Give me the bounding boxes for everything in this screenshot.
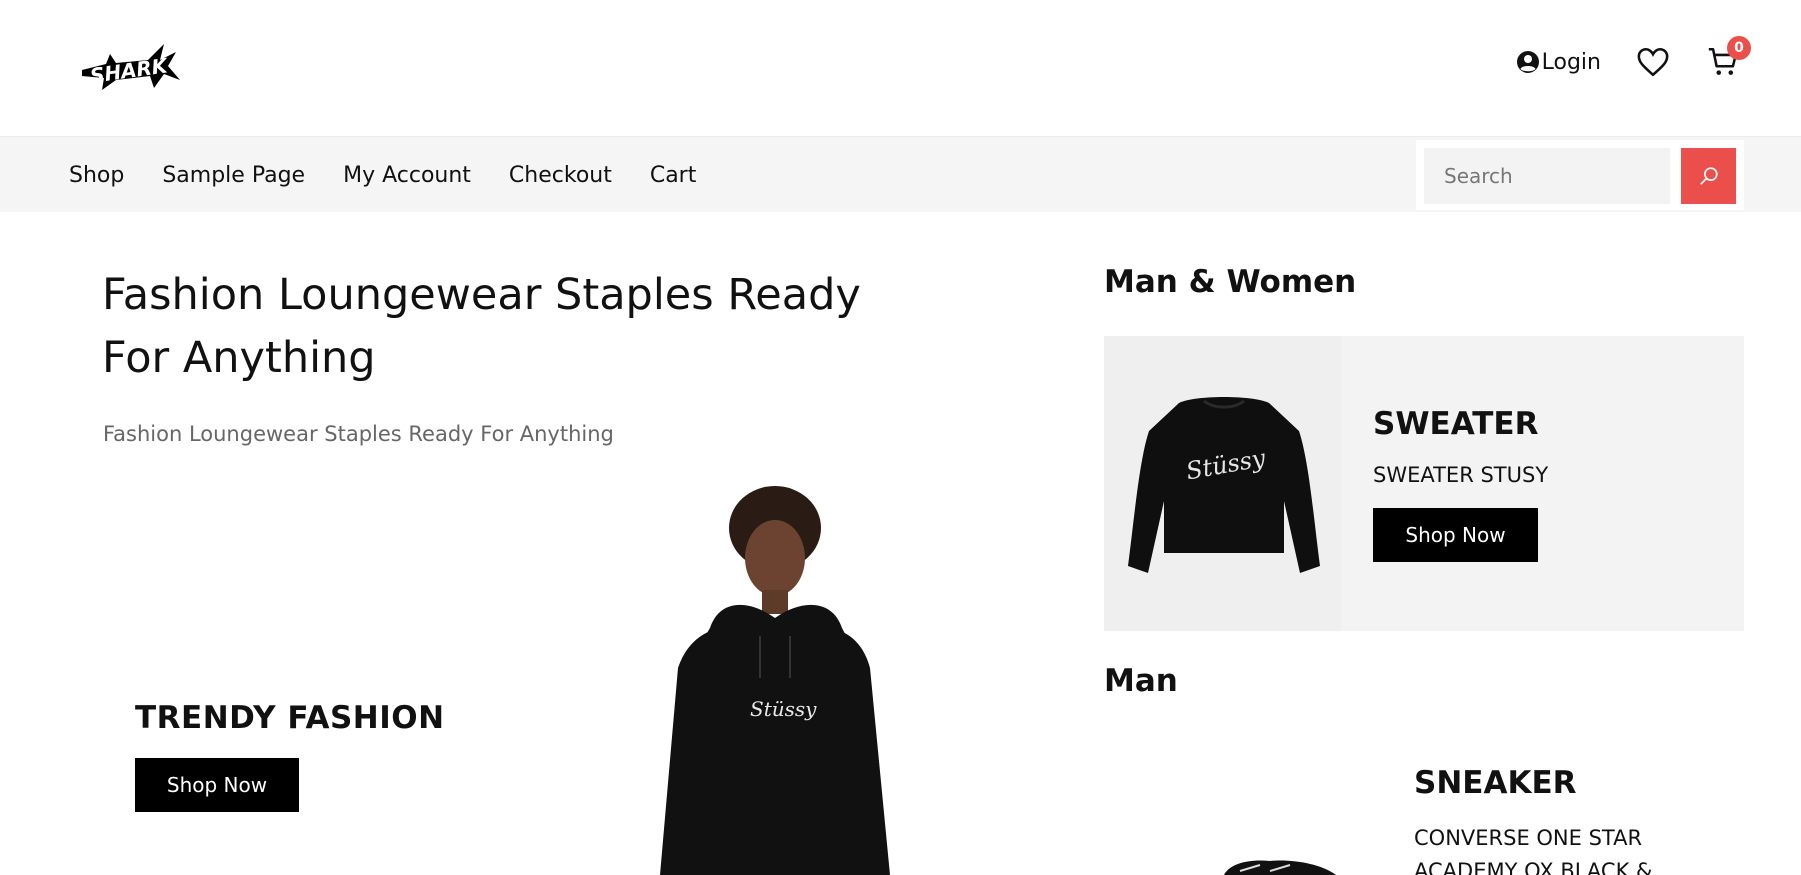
heart-icon — [1637, 47, 1669, 77]
site-header: SHARK Login 0 — [0, 0, 1801, 136]
nav-menu: Shop Sample Page My Account Checkout Car… — [69, 137, 696, 213]
nav-item-sample-page[interactable]: Sample Page — [162, 163, 305, 188]
nav-item-shop[interactable]: Shop — [69, 163, 124, 188]
sneaker-title: SNEAKER — [1414, 765, 1577, 801]
nav-item-checkout[interactable]: Checkout — [509, 163, 612, 188]
sweater-image-box: Stüssy — [1104, 336, 1341, 631]
search-form — [1416, 140, 1744, 210]
login-label: Login — [1541, 49, 1601, 75]
shark-logo[interactable]: SHARK — [76, 36, 186, 96]
user-icon — [1516, 51, 1539, 73]
hoodie-model-image: Stüssy — [660, 486, 890, 875]
sweater-image: Stüssy — [1128, 397, 1320, 573]
sneaker-subtitle: CONVERSE ONE STAR ACADEMY OX BLACK & — [1414, 826, 1653, 875]
sweater-subtitle: SWEATER STUSY — [1373, 463, 1549, 487]
wishlist-button[interactable] — [1635, 44, 1671, 80]
hero-subtitle: Fashion Loungewear Staples Ready For Any… — [103, 422, 614, 446]
nav-item-my-account[interactable]: My Account — [343, 163, 471, 188]
sneaker-image — [1224, 860, 1336, 875]
sweater-title: SWEATER — [1373, 406, 1539, 442]
hero-shop-now-button[interactable]: Shop Now — [135, 758, 299, 812]
cart-count-badge: 0 — [1727, 36, 1751, 60]
man-heading: Man — [1104, 663, 1178, 699]
hero-promo-title: TRENDY FASHION — [135, 700, 445, 736]
cart-button[interactable]: 0 — [1705, 36, 1751, 80]
search-icon — [1699, 167, 1718, 185]
svg-text:Stüssy: Stüssy — [750, 697, 817, 721]
login-link[interactable]: Login — [1516, 50, 1601, 75]
hero-title: Fashion Loungewear Staples Ready For Any… — [102, 270, 861, 383]
header-actions: Login 0 — [1516, 36, 1751, 80]
svg-text:SHARK: SHARK — [89, 53, 171, 88]
main-nav: Shop Sample Page My Account Checkout Car… — [0, 136, 1801, 212]
search-input[interactable] — [1424, 148, 1670, 204]
nav-item-cart[interactable]: Cart — [650, 163, 697, 188]
search-button[interactable] — [1681, 148, 1736, 204]
man-women-heading: Man & Women — [1104, 264, 1357, 300]
sweater-shop-now-button[interactable]: Shop Now — [1373, 508, 1538, 562]
